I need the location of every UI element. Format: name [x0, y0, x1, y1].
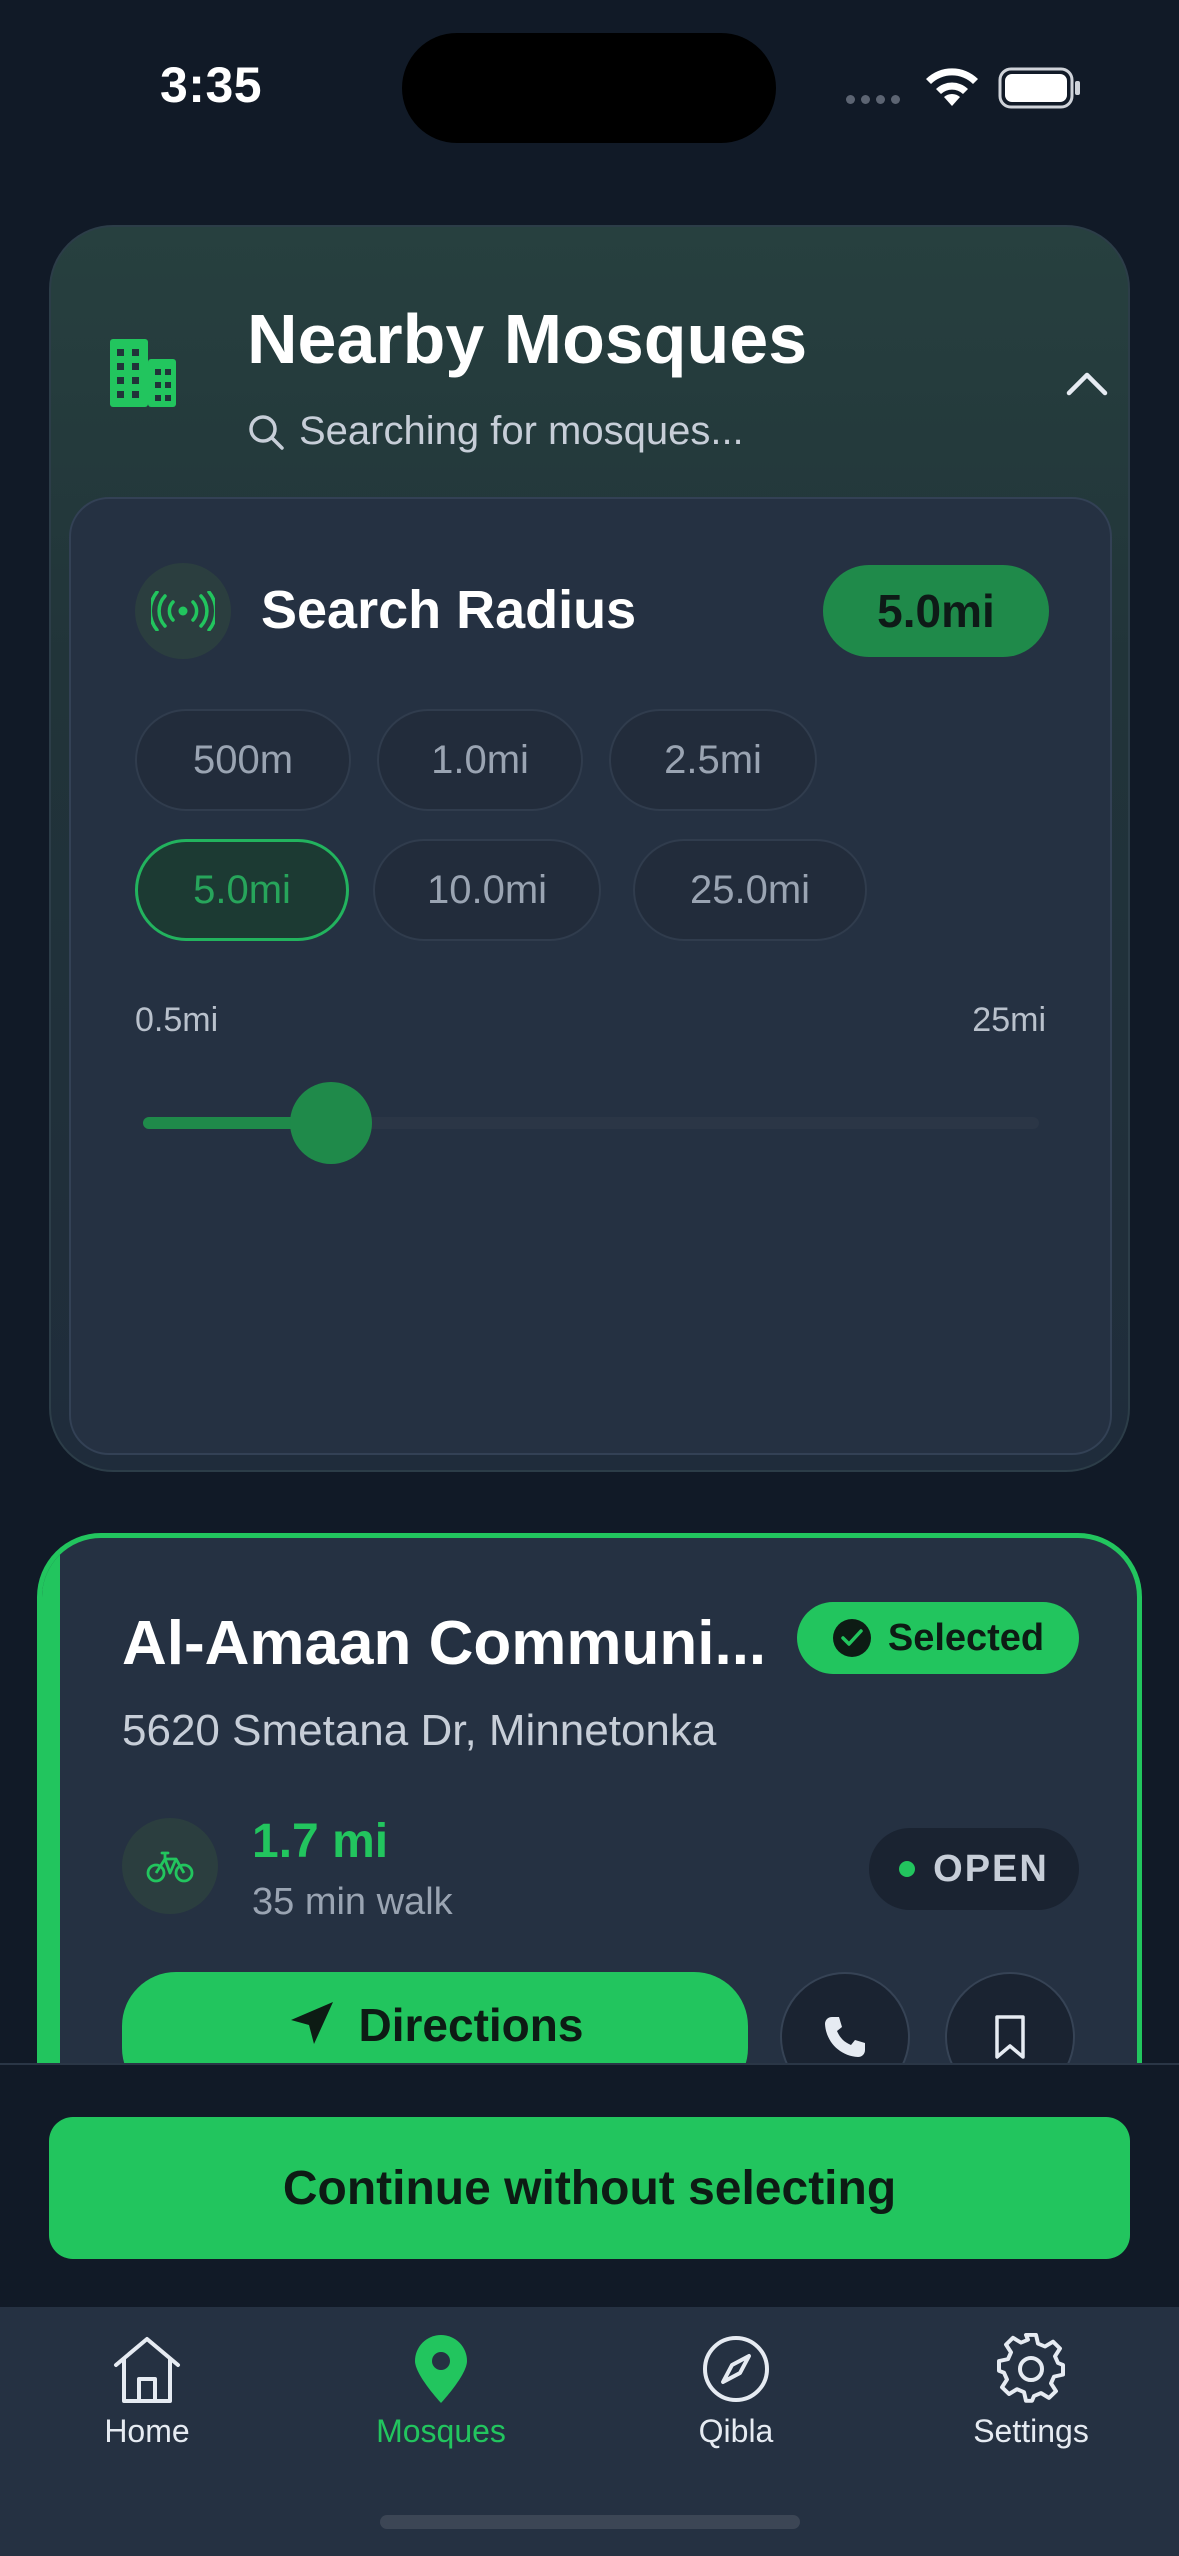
tab-mosques-label: Mosques [376, 2413, 506, 2449]
selected-label: Selected [887, 1616, 1045, 1659]
search-icon [249, 414, 284, 450]
bicycle-icon [122, 1818, 218, 1914]
selected-badge: Selected [797, 1602, 1079, 1674]
tab-home[interactable]: Home [0, 2307, 294, 2467]
tab-home-label: Home [104, 2413, 190, 2449]
radius-option-2-5mi[interactable]: 2.5mi [609, 709, 817, 811]
battery-icon [998, 67, 1080, 109]
radius-option-1mi[interactable]: 1.0mi [377, 709, 583, 811]
tab-qibla-label: Qibla [698, 2413, 774, 2449]
mosque-address: 5620 Smetana Dr, Minnetonka [122, 1706, 717, 1755]
search-radius-label: Search Radius [261, 580, 637, 640]
radius-option-500m[interactable]: 500m [135, 709, 351, 811]
continue-without-selecting-button[interactable]: Continue without selecting [49, 2117, 1130, 2259]
dynamic-island [402, 33, 776, 143]
tab-qibla[interactable]: Qibla [589, 2307, 883, 2467]
compass-icon [703, 2336, 769, 2402]
radius-slider[interactable] [143, 1082, 1039, 1164]
search-status-text: Searching for mosques... [299, 409, 744, 453]
tab-settings-label: Settings [973, 2413, 1089, 2449]
mosque-card[interactable]: Al-Amaan Communi... Selected 5620 Smetan… [37, 1533, 1142, 2093]
check-circle-icon [832, 1619, 871, 1657]
search-status: Searching for mosques... [247, 409, 744, 454]
tab-bar: Home Mosques Qibla Settings [0, 2307, 1179, 2556]
wifi-icon [926, 68, 978, 106]
cellular-signal-icon [846, 95, 900, 104]
bookmark-icon [995, 2015, 1025, 2059]
navigation-arrow-icon [290, 2002, 333, 2044]
radius-option-10mi[interactable]: 10.0mi [373, 839, 601, 941]
mosque-name: Al-Amaan Communi... [122, 1609, 767, 1678]
slider-thumb[interactable] [290, 1082, 373, 1164]
open-status-badge: OPEN [869, 1828, 1079, 1910]
map-pin-icon [415, 2335, 467, 2403]
building-icon [110, 339, 176, 407]
home-icon [114, 2337, 180, 2403]
home-indicator[interactable] [380, 2515, 800, 2529]
search-radius-panel: Search Radius 5.0mi 500m 1.0mi 2.5mi 5.0… [69, 497, 1112, 1455]
status-dot [899, 1861, 916, 1877]
nearby-mosques-card: Nearby Mosques Searching for mosques... … [49, 225, 1130, 1472]
status-time: 3:35 [160, 57, 263, 113]
slider-min-label: 0.5mi [135, 1001, 219, 1039]
radius-option-5mi[interactable]: 5.0mi [135, 839, 349, 941]
bottom-action-area: Continue without selecting [0, 2063, 1179, 2307]
page-title: Nearby Mosques [247, 300, 808, 378]
broadcast-icon [135, 563, 231, 659]
walk-time: 35 min walk [252, 1881, 453, 1923]
tab-settings[interactable]: Settings [884, 2307, 1178, 2467]
gear-icon [997, 2333, 1065, 2403]
radius-option-25mi[interactable]: 25.0mi [633, 839, 867, 941]
chevron-up-icon[interactable] [1057, 353, 1117, 413]
phone-icon [825, 2017, 865, 2057]
tab-mosques[interactable]: Mosques [294, 2307, 588, 2467]
slider-max-label: 25mi [972, 1001, 1046, 1039]
open-status-text: OPEN [933, 1847, 1049, 1890]
radius-value-badge: 5.0mi [823, 565, 1049, 657]
distance-value: 1.7 mi [252, 1815, 389, 1868]
